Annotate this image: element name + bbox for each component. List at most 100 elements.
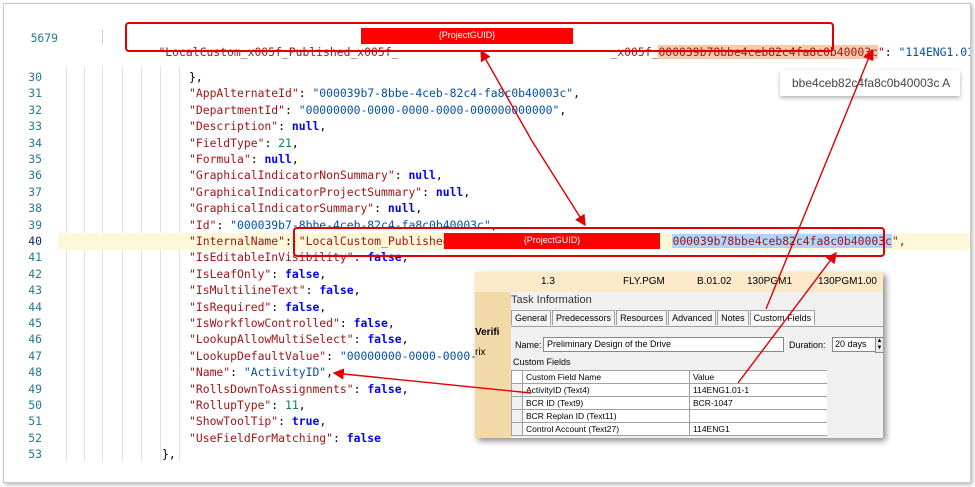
json-value: false bbox=[367, 381, 402, 396]
json-value: false bbox=[353, 316, 388, 330]
bg-cell: B.01.02 bbox=[697, 276, 732, 287]
custom-field-value[interactable]: BCR-1047 bbox=[689, 396, 837, 410]
code-line: "IsWorkflowControlled": false, bbox=[189, 316, 395, 330]
code-line: "Formula": null, bbox=[189, 152, 299, 166]
code-line: "RollsDownToAssignments": false, bbox=[189, 381, 409, 396]
line-number: 32 bbox=[28, 102, 42, 117]
line-number: 38 bbox=[28, 201, 42, 216]
json-key: "GraphicalIndicatorProjectSummary" bbox=[189, 184, 423, 199]
json-value: "00000000-0000-0000-0000-000000000000" bbox=[298, 102, 560, 117]
json-key: "Name" bbox=[189, 365, 231, 380]
screenshot-frame: 5679 "LocalCustom_x005f_Published_x005f_… bbox=[3, 3, 971, 483]
line-number: 50 bbox=[28, 398, 42, 412]
line-number: 47 bbox=[28, 348, 42, 363]
indent-guide bbox=[84, 66, 85, 462]
code-line: }, bbox=[162, 447, 176, 461]
custom-field-row[interactable]: ActivityID (Text4) 114ENG1.01-1 bbox=[511, 383, 837, 397]
tab-content-border bbox=[511, 326, 883, 327]
dialog-tabs: General Predecessors Resources Advanced Note… bbox=[511, 310, 816, 325]
line-number: 52 bbox=[28, 430, 42, 445]
col-header-value: Value bbox=[689, 370, 837, 384]
custom-field-row[interactable]: Control Account (Text27) 114ENG1 bbox=[511, 422, 837, 436]
duration-label: Duration: bbox=[789, 340, 826, 350]
custom-field-value[interactable]: 114ENG1.01-1 bbox=[689, 383, 837, 397]
dialog-title: Task Information bbox=[511, 294, 592, 306]
json-key: "RollupType" bbox=[189, 398, 272, 412]
tab-custom-fields[interactable]: Custom Fields bbox=[749, 310, 816, 325]
bg-cell: 130PGM1.00 bbox=[818, 276, 877, 287]
code-line: "ShowToolTip": true, bbox=[189, 414, 327, 429]
bg-cell: 130PGM1 bbox=[747, 276, 793, 287]
custom-field-value[interactable]: 114ENG1 bbox=[689, 422, 837, 436]
code-line: "Description": null, bbox=[189, 119, 327, 134]
code-line: "DepartmentId": "00000000-0000-0000-0000… bbox=[189, 102, 567, 117]
line-number: 46 bbox=[28, 332, 42, 347]
line-number: 41 bbox=[28, 250, 42, 265]
fold-divider bbox=[102, 30, 103, 44]
code-line: "GraphicalIndicatorProjectSummary": null… bbox=[189, 184, 471, 199]
code-line: }, bbox=[189, 70, 203, 84]
code-line: "GraphicalIndicatorSummary": null, bbox=[189, 201, 423, 216]
json-key: "UseFieldForMatching" bbox=[189, 430, 334, 445]
line-number-5679: 5679 bbox=[30, 31, 58, 45]
tab-resources[interactable]: Resources bbox=[616, 310, 668, 325]
code-line: "IsRequired": false, bbox=[189, 299, 327, 314]
code-line: "GraphicalIndicatorNonSummary": null, bbox=[189, 168, 443, 183]
line-number: 31 bbox=[28, 86, 42, 101]
indent-guide bbox=[102, 66, 103, 462]
custom-field-name: BCR ID (Text9) bbox=[522, 396, 690, 410]
json-value: null bbox=[291, 119, 320, 134]
json-key: "AppAlternateId" bbox=[189, 86, 299, 101]
code-line: "UseFieldForMatching": false bbox=[189, 430, 382, 445]
custom-field-value[interactable] bbox=[689, 409, 837, 423]
indent-guide bbox=[141, 66, 142, 462]
tab-predecessors[interactable]: Predecessors bbox=[552, 310, 616, 325]
json-key: "FieldType" bbox=[189, 135, 265, 150]
custom-fields-table: Custom Field Name Value ActivityID (Text… bbox=[511, 370, 837, 436]
custom-field-name: BCR Replan ID (Text11) bbox=[522, 409, 690, 423]
line-number: 43 bbox=[28, 283, 42, 298]
line-number: 30 bbox=[28, 70, 42, 84]
custom-field-name: Control Account (Text27) bbox=[522, 422, 690, 436]
json-value: null bbox=[387, 201, 416, 216]
line-number: 49 bbox=[28, 381, 42, 396]
code-line: "FieldType": 21, bbox=[189, 135, 299, 150]
bg-cell: 1.3 bbox=[541, 276, 555, 287]
tab-advanced[interactable]: Advanced bbox=[668, 310, 717, 325]
indent-guide bbox=[122, 66, 123, 462]
custom-field-row[interactable]: BCR Replan ID (Text11) bbox=[511, 409, 837, 423]
task-information-dialog[interactable]: 1.3 FLY.PGM B.01.02 130PGM1 130PGM1.00 V… bbox=[475, 272, 883, 438]
json-value: false bbox=[285, 266, 320, 281]
code-line: "Name": "ActivityID", bbox=[189, 365, 334, 380]
row-header bbox=[511, 422, 523, 436]
code-line: "AppAlternateId": "000039b7-8bbe-4ceb-82… bbox=[189, 86, 580, 101]
tab-notes[interactable]: Notes bbox=[717, 310, 749, 325]
json-key: "Formula" bbox=[189, 152, 251, 166]
name-field[interactable]: Preliminary Design of the Drive bbox=[543, 337, 784, 352]
json-value: null bbox=[408, 168, 436, 183]
dialog-left-strip bbox=[475, 292, 511, 438]
row-header bbox=[511, 396, 523, 410]
arrow-guid-down bbox=[531, 140, 586, 227]
json-value: null bbox=[435, 184, 464, 199]
line-number: 53 bbox=[28, 447, 42, 462]
json-key: "DepartmentId" bbox=[189, 102, 286, 117]
top-sep: : bbox=[884, 45, 899, 59]
row-header-corner bbox=[511, 370, 523, 384]
line-number: 44 bbox=[28, 299, 42, 314]
json-value: "00000000-0000-0000-0 bbox=[339, 348, 484, 363]
custom-field-row[interactable]: BCR ID (Text9) BCR-1047 bbox=[511, 396, 837, 410]
json-value: "ActivityID" bbox=[243, 365, 327, 380]
duration-spinner[interactable]: ▲ ▼ bbox=[875, 337, 883, 353]
tab-general[interactable]: General bbox=[511, 310, 552, 325]
col-header-field: Custom Field Name bbox=[522, 370, 690, 384]
json-key: "IsMultilineText" bbox=[189, 283, 306, 298]
line-number: 33 bbox=[28, 119, 42, 134]
duration-field[interactable]: 20 days bbox=[832, 337, 876, 352]
bg-verify-fragment: Verifi bbox=[475, 327, 500, 338]
code-line: "LookupAllowMultiSelect": false, bbox=[189, 332, 409, 347]
row-header bbox=[511, 383, 523, 397]
json-value: false bbox=[346, 430, 382, 445]
json-key: "InternalName" bbox=[189, 234, 286, 248]
json-value: false bbox=[285, 299, 320, 314]
